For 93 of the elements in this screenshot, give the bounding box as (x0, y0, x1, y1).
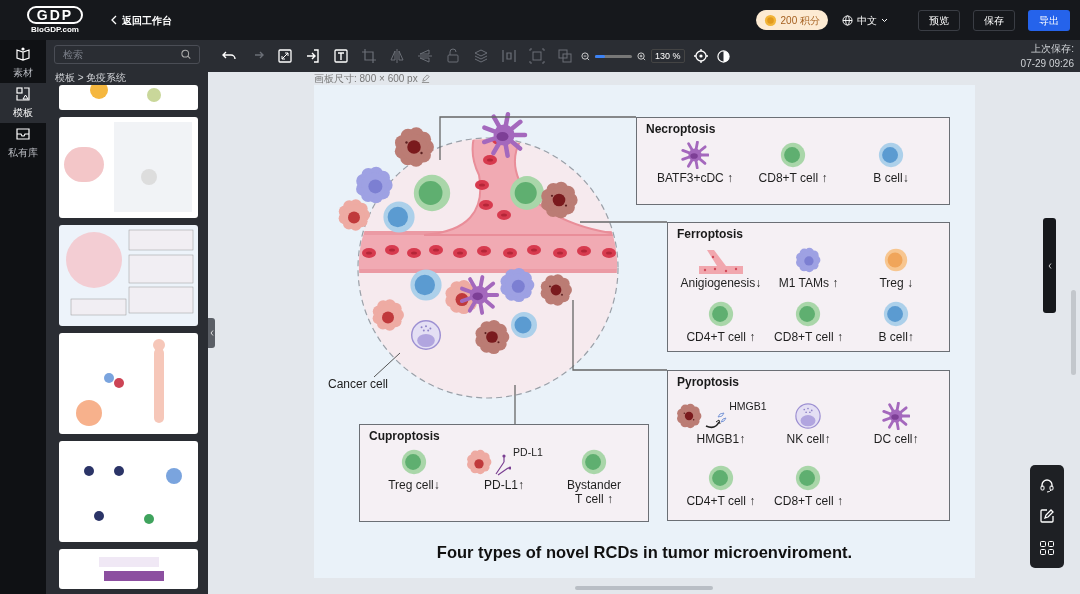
contrast-icon[interactable] (716, 49, 730, 63)
zoom-in-icon[interactable] (637, 51, 646, 61)
header-button[interactable]: 保存 (973, 9, 1015, 31)
cell-label: B cell↑ (878, 329, 914, 344)
template-thumbnail[interactable] (59, 441, 198, 542)
coin-icon (763, 13, 777, 27)
horizontal-scrollbar[interactable] (575, 586, 713, 590)
dendritic-cell-icon (681, 141, 709, 169)
last-saved-time: 07-29 09:26 (1020, 57, 1074, 71)
leader-line (514, 384, 516, 425)
search-icon (180, 49, 191, 60)
cancer-cell-icon (465, 448, 494, 476)
language-selector[interactable]: 中文 (842, 12, 888, 28)
last-saved-label: 上次保存: (1031, 42, 1074, 56)
cell-label: Anigiogenesis↓ (680, 276, 762, 290)
headset-icon[interactable] (1039, 476, 1055, 493)
t-cell-icon (779, 141, 807, 169)
cell-label: CD4+T cell ↑ (686, 329, 756, 344)
logo-mark: GDP (26, 5, 84, 24)
logo-text: BioGDP.com (31, 24, 79, 35)
cell-label: B cell↓ (873, 171, 909, 185)
panel-title: Pyroptosis (677, 374, 740, 390)
inbox-icon (15, 126, 31, 142)
leader-line (373, 352, 401, 378)
cell-label: NK cell↑ (786, 432, 831, 446)
template-thumbnail[interactable] (59, 117, 198, 218)
cell-label: DC cell↑ (873, 432, 919, 446)
globe-icon (842, 14, 853, 26)
dying-cell-icon (675, 402, 704, 430)
template-thumbnail[interactable] (59, 333, 198, 434)
figure-title: Four types of novel RCDs in tumor microenviroment. (435, 542, 854, 563)
template-thumbnail[interactable] (59, 225, 198, 326)
header-button[interactable]: 预览 (918, 9, 960, 31)
zoom-out-icon[interactable] (581, 51, 590, 61)
cell-label: Treg cell↓ (388, 478, 440, 492)
blood-vessel-icon (698, 248, 743, 274)
chevron-left-icon (110, 15, 118, 25)
release-arrow-icon (705, 412, 728, 430)
panel-title: Cuproptosis (369, 428, 441, 444)
chevron-down-icon (881, 17, 888, 23)
cell-icon (794, 402, 823, 430)
zoom-slider[interactable] (595, 54, 632, 58)
t-cell-icon (400, 448, 428, 476)
collapse-panel-handle[interactable] (1043, 218, 1056, 313)
cell-label: HMGB1↑ (696, 432, 746, 446)
vertical-scrollbar[interactable] (1071, 290, 1076, 375)
template-icon (15, 86, 31, 102)
panel-title: Necroptosis (646, 121, 717, 137)
header-button[interactable]: 导出 (1028, 9, 1070, 31)
text-icon[interactable] (333, 48, 349, 64)
t-cell-icon (580, 448, 608, 476)
t-cell-icon (706, 464, 735, 492)
search-input[interactable]: 检索 (63, 47, 181, 62)
receptor-icon (495, 454, 512, 476)
search-field[interactable]: 检索 (54, 45, 200, 64)
points-badge[interactable]: 200 积分 (755, 10, 828, 30)
template-thumbnail[interactable] (59, 549, 198, 589)
cell-label: BATF3+cDC ↑ (656, 171, 734, 185)
cell-label: PD-L1↑ (484, 478, 524, 492)
t-cell-icon (794, 464, 823, 492)
sidebar-tab[interactable]: 私有库 (0, 123, 46, 163)
panel-title: Ferroptosis (677, 226, 744, 242)
chevron-left-icon (1047, 262, 1052, 269)
cell-label: CD8+T cell ↑ (774, 494, 843, 508)
materials-icon (15, 46, 31, 62)
grid-icon[interactable] (1039, 540, 1055, 557)
collapse-sidebar-handle[interactable] (208, 318, 215, 348)
annotation-label: HMGB1 (729, 400, 767, 412)
t-cell-icon (706, 299, 735, 328)
target-icon[interactable] (693, 49, 708, 63)
b-cell-icon (882, 299, 911, 328)
b-cell-icon (877, 141, 905, 169)
template-thumbnail[interactable] (59, 85, 198, 110)
chevron-left-icon (209, 330, 214, 336)
breadcrumb: 模板 > 免疫系统 (55, 72, 128, 84)
zoom-percentage-field[interactable]: 130 % (651, 49, 685, 63)
artboard-size-label: 画板尺寸: 800 × 600 px (314, 72, 418, 85)
callout-label: Cancer cell (328, 376, 389, 393)
resize-icon[interactable] (277, 48, 293, 64)
sidebar-tab[interactable]: 模板 (0, 83, 46, 123)
cell-label: Treg ↓ (879, 276, 913, 290)
sidebar-tab[interactable]: 素材 (0, 43, 46, 83)
cell-label: M1 TAMs ↑ (778, 276, 839, 290)
macrophage-icon (794, 246, 823, 274)
dendritic-cell-icon (882, 402, 911, 430)
back-link[interactable]: 返回工作台 (110, 12, 172, 28)
cell-label: CD8+T cell ↑ (774, 329, 843, 344)
import-icon[interactable] (305, 48, 321, 64)
t-cell-icon (794, 299, 823, 328)
annotation-label: PD-L1 (513, 446, 543, 458)
cell-label: CD4+T cell ↑ (686, 494, 756, 508)
cell-label: CD8+T cell ↑ (758, 171, 828, 185)
cell-label: Bystander T cell ↑ (566, 478, 622, 506)
